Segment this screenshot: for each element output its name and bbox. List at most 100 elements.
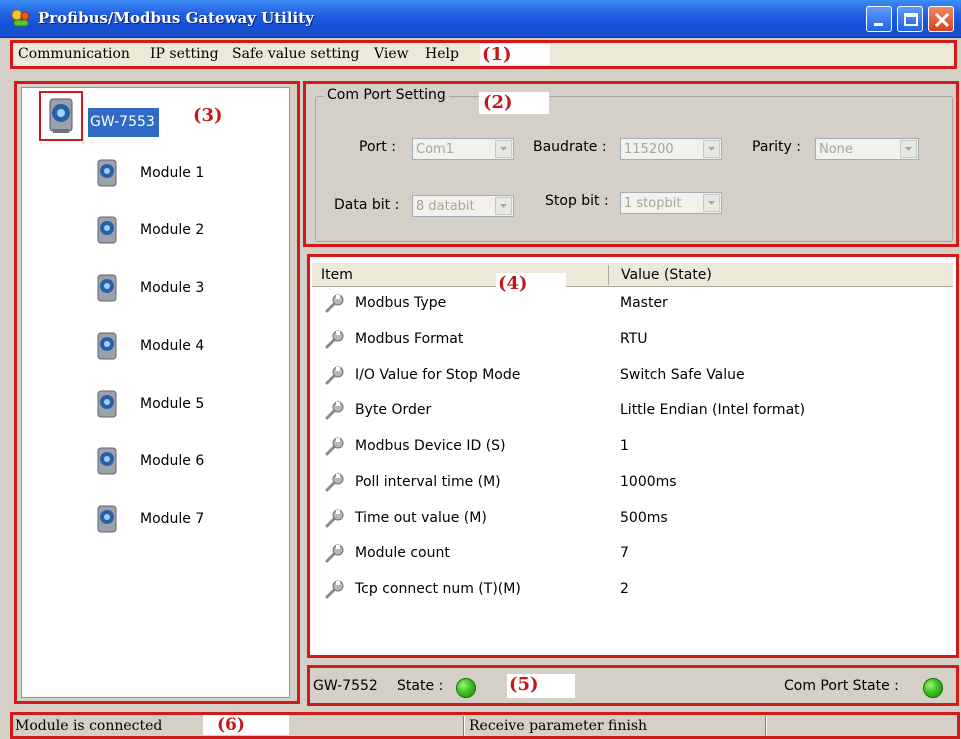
row-item: Module count bbox=[355, 545, 450, 561]
menu-communication[interactable]: Communication bbox=[18, 46, 130, 62]
parity-select[interactable]: None bbox=[815, 138, 919, 160]
row-item: Modbus Format bbox=[355, 331, 464, 347]
tree-item-module-2[interactable]: Module 2 bbox=[92, 214, 272, 250]
annotation-marker-5: (5) bbox=[507, 674, 575, 698]
group-title: Com Port Setting bbox=[324, 87, 449, 103]
row-value: 2 bbox=[620, 581, 629, 597]
tree-item-module-1[interactable]: Module 1 bbox=[92, 157, 272, 193]
status-separator bbox=[463, 716, 465, 736]
tree-item-module-6[interactable]: Module 6 bbox=[92, 445, 272, 481]
wrench-icon bbox=[324, 366, 346, 390]
state-indicator-led bbox=[456, 678, 476, 698]
minimize-button[interactable] bbox=[866, 6, 892, 32]
wrench-icon bbox=[324, 330, 346, 354]
wrench-icon bbox=[324, 437, 346, 461]
menu-view[interactable]: View bbox=[374, 46, 409, 62]
maximize-button[interactable] bbox=[897, 6, 923, 32]
row-value: 7 bbox=[620, 545, 629, 561]
annotation-marker-6: (6) bbox=[203, 715, 289, 735]
chevron-down-icon bbox=[495, 140, 512, 158]
baudrate-label: Baudrate : bbox=[533, 139, 607, 155]
module-icon bbox=[97, 447, 117, 475]
module-label: Module 7 bbox=[140, 511, 205, 527]
row-item: Modbus Type bbox=[355, 295, 447, 311]
row-value: Little Endian (Intel format) bbox=[620, 402, 806, 418]
close-button[interactable] bbox=[928, 6, 954, 32]
row-item: Modbus Device ID (S) bbox=[355, 438, 506, 454]
row-item: Tcp connect num (T)(M) bbox=[355, 581, 521, 597]
com-port-state-led bbox=[923, 678, 943, 698]
device-tree-panel: GW-7553 (3) Module 1 Module 2 Module 3 M… bbox=[14, 81, 300, 704]
chevron-down-icon bbox=[703, 194, 720, 212]
wrench-icon bbox=[324, 473, 346, 497]
column-header-item[interactable]: Item bbox=[321, 267, 353, 283]
row-item: Byte Order bbox=[355, 402, 432, 418]
row-value: 500ms bbox=[620, 510, 668, 526]
row-item: Time out value (M) bbox=[355, 510, 487, 526]
databit-select-value: 8 databit bbox=[416, 199, 475, 214]
table-row[interactable]: I/O Value for Stop Mode Switch Safe Value bbox=[312, 362, 952, 392]
module-icon bbox=[97, 390, 117, 418]
databit-label: Data bit : bbox=[334, 197, 400, 213]
menu-ip-setting[interactable]: IP setting bbox=[150, 46, 219, 62]
tree-item-module-4[interactable]: Module 4 bbox=[92, 330, 272, 366]
tree-item-module-7[interactable]: Module 7 bbox=[92, 503, 272, 539]
status-bar: Module is connected (6) Receive paramete… bbox=[10, 712, 960, 739]
table-row[interactable]: Modbus Format RTU bbox=[312, 326, 952, 356]
com-port-panel: Com Port Setting (2) Port : Com1 Baudrat… bbox=[303, 81, 959, 247]
annotation-marker-2: (2) bbox=[479, 92, 549, 114]
wrench-icon bbox=[324, 544, 346, 568]
table-row[interactable]: Modbus Device ID (S) 1 bbox=[312, 433, 952, 463]
menu-safe-value-setting[interactable]: Safe value setting bbox=[232, 46, 360, 62]
baudrate-select-value: 115200 bbox=[624, 142, 674, 157]
port-select[interactable]: Com1 bbox=[412, 138, 514, 160]
table-row[interactable]: Byte Order Little Endian (Intel format) bbox=[312, 397, 952, 427]
com-port-groupbox: Com Port Setting (2) Port : Com1 Baudrat… bbox=[315, 87, 953, 242]
com-port-state-label: Com Port State : bbox=[784, 678, 899, 694]
column-divider[interactable] bbox=[608, 265, 609, 285]
parity-select-value: None bbox=[819, 142, 853, 157]
table-row[interactable]: Modbus Type Master bbox=[312, 290, 952, 320]
device-status-panel: GW-7552 State : (5) Com Port State : bbox=[307, 665, 959, 706]
databit-select[interactable]: 8 databit bbox=[412, 195, 514, 217]
table-row[interactable]: Tcp connect num (T)(M) 2 bbox=[312, 576, 952, 606]
tree-item-module-5[interactable]: Module 5 bbox=[92, 388, 272, 424]
chevron-down-icon bbox=[900, 140, 917, 158]
title-bar[interactable]: Profibus/Modbus Gateway Utility bbox=[0, 0, 961, 38]
status-message: Receive parameter finish bbox=[469, 718, 648, 734]
wrench-icon bbox=[324, 294, 346, 318]
status-connection: Module is connected bbox=[15, 718, 163, 734]
column-header-value[interactable]: Value (State) bbox=[621, 267, 712, 283]
wrench-icon bbox=[324, 401, 346, 425]
module-icon bbox=[97, 216, 117, 244]
stopbit-select-value: 1 stopbit bbox=[624, 196, 682, 211]
tree-item-module-3[interactable]: Module 3 bbox=[92, 272, 272, 308]
table-header: Item Value (State) bbox=[312, 263, 953, 287]
table-row[interactable]: Time out value (M) 500ms bbox=[312, 505, 952, 535]
row-item: I/O Value for Stop Mode bbox=[355, 367, 521, 383]
device-tree[interactable]: GW-7553 (3) Module 1 Module 2 Module 3 M… bbox=[21, 87, 290, 698]
module-label: Module 4 bbox=[140, 338, 205, 354]
stopbit-select[interactable]: 1 stopbit bbox=[620, 192, 722, 214]
row-value: Master bbox=[620, 295, 668, 311]
row-item: Poll interval time (M) bbox=[355, 474, 501, 490]
module-icon bbox=[97, 159, 117, 187]
table-row[interactable]: Poll interval time (M) 1000ms bbox=[312, 469, 952, 499]
module-label: Module 2 bbox=[140, 222, 205, 238]
baudrate-select[interactable]: 115200 bbox=[620, 138, 722, 160]
gateway-icon[interactable] bbox=[39, 91, 83, 141]
window-title: Profibus/Modbus Gateway Utility bbox=[38, 9, 314, 27]
menu-help[interactable]: Help bbox=[425, 46, 459, 62]
module-label: Module 5 bbox=[140, 396, 205, 412]
table-row[interactable]: Module count 7 bbox=[312, 540, 952, 570]
row-value: RTU bbox=[620, 331, 648, 347]
module-icon bbox=[97, 274, 117, 302]
chevron-down-icon bbox=[495, 197, 512, 215]
menu-bar: Communication IP setting Safe value sett… bbox=[10, 40, 957, 69]
annotation-marker-1: (1) bbox=[480, 44, 550, 65]
row-value: 1 bbox=[620, 438, 629, 454]
tree-root-gateway[interactable]: GW-7553 bbox=[88, 108, 159, 137]
wrench-icon bbox=[324, 580, 346, 604]
parameter-table: Item Value (State) (4) Modbus Type Master… bbox=[307, 254, 959, 658]
module-label: Module 3 bbox=[140, 280, 205, 296]
